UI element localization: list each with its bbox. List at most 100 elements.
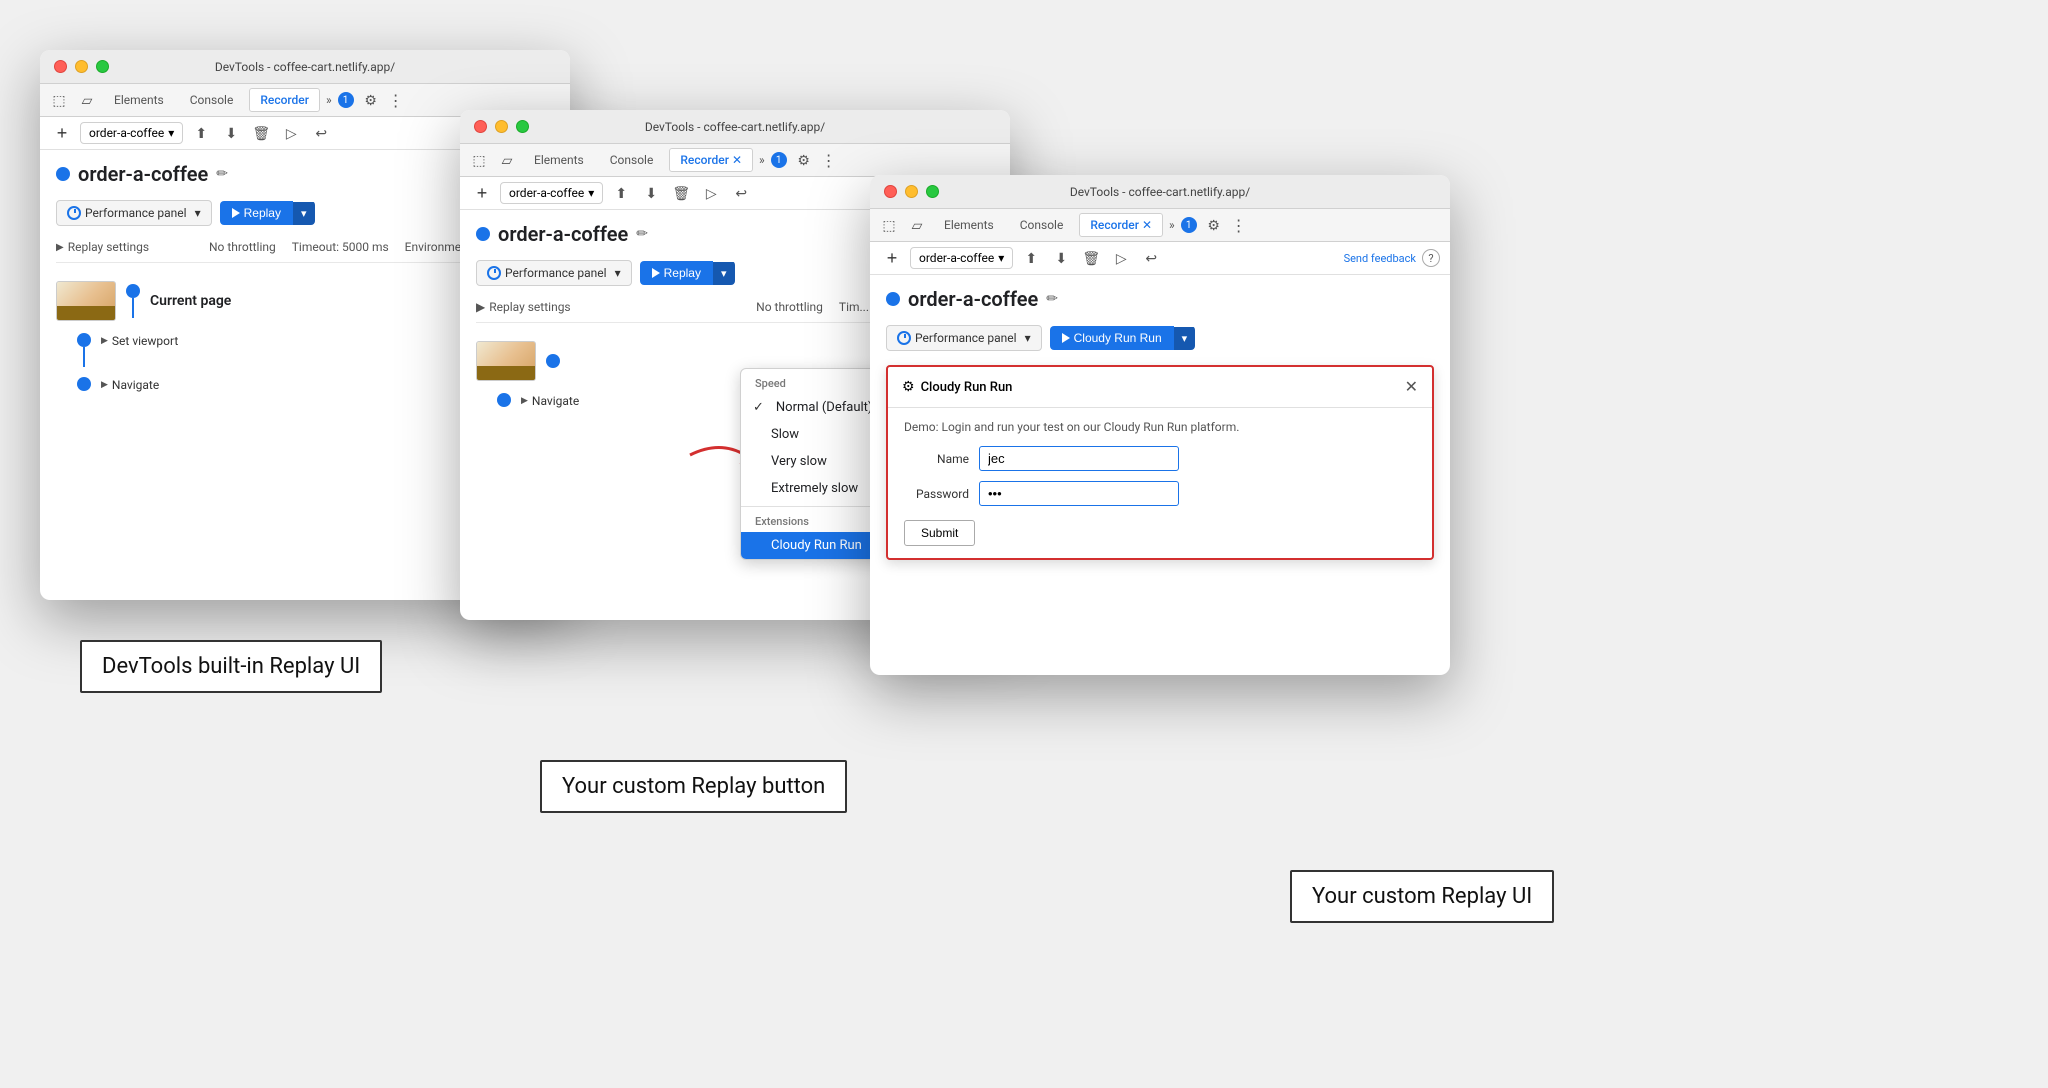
settings-btn-2[interactable]: ⚙ xyxy=(793,149,815,171)
replay-btn-2[interactable]: Replay ▾ xyxy=(640,261,735,285)
step-connector-2-1 xyxy=(83,347,85,367)
more-menu-3[interactable]: ⋮ xyxy=(1231,216,1247,235)
more-menu-2[interactable]: ⋮ xyxy=(821,151,837,170)
name-input[interactable] xyxy=(979,446,1179,471)
edit-icon-1[interactable]: ✏ xyxy=(216,166,228,182)
download-btn-1[interactable]: ⬇ xyxy=(219,121,243,145)
shelf-2 xyxy=(477,366,535,380)
download-btn-2[interactable]: ⬇ xyxy=(639,181,663,205)
cursor-tool-3[interactable]: ⬚ xyxy=(878,214,900,236)
minimize-button-3[interactable] xyxy=(905,185,918,198)
undo-btn-3[interactable]: ↩ xyxy=(1139,246,1163,270)
label-text-2: Your custom Replay button xyxy=(562,774,825,799)
undo-btn-2[interactable]: ↩ xyxy=(729,181,753,205)
cursor-tool-2[interactable]: ⬚ xyxy=(468,149,490,171)
delete-btn-3[interactable]: 🗑 xyxy=(1079,246,1103,270)
close-button-1[interactable] xyxy=(54,60,67,73)
replay-main-btn-1[interactable]: Replay xyxy=(220,201,293,225)
chat-badge-1: 1 xyxy=(338,92,354,108)
run-step-btn-1[interactable]: ▷ xyxy=(279,121,303,145)
recording-selector-1[interactable]: order-a-coffee ▾ xyxy=(80,122,183,144)
minimize-button-1[interactable] xyxy=(75,60,88,73)
perf-panel-btn-3[interactable]: Performance panel ▾ xyxy=(886,325,1042,351)
step-dot-current-2 xyxy=(546,354,560,368)
device-tool-1[interactable]: ▱ xyxy=(76,89,98,111)
name-label: Name xyxy=(904,452,969,466)
perf-panel-btn-2[interactable]: Performance panel ▾ xyxy=(476,260,632,286)
recorder-toolbar-3: + order-a-coffee ▾ ⬆ ⬇ 🗑 ▷ ↩ Send feedba… xyxy=(870,242,1450,275)
run-step-btn-2[interactable]: ▷ xyxy=(699,181,723,205)
add-btn-2[interactable]: + xyxy=(470,181,494,205)
tab-recorder-2[interactable]: Recorder ✕ xyxy=(669,148,753,172)
panel-close-btn[interactable]: ✕ xyxy=(1405,377,1418,397)
send-feedback-3[interactable]: Send feedback xyxy=(1344,252,1416,265)
settings-label-2[interactable]: Replay settings xyxy=(489,300,570,314)
replay-btn-1[interactable]: Replay ▾ xyxy=(220,201,315,225)
export-btn-2[interactable]: ⬆ xyxy=(609,181,633,205)
replay-main-btn-2[interactable]: Replay xyxy=(640,261,713,285)
close-button-2[interactable] xyxy=(474,120,487,133)
export-btn-3[interactable]: ⬆ xyxy=(1019,246,1043,270)
tab-console-1[interactable]: Console xyxy=(180,89,244,111)
replay-label-2: Replay xyxy=(664,266,701,280)
cloudy-main-btn-3[interactable]: Cloudy Run Run xyxy=(1050,326,1174,350)
add-btn-3[interactable]: + xyxy=(880,246,904,270)
recording-selector-3[interactable]: order-a-coffee ▾ xyxy=(910,247,1013,269)
tab-console-2[interactable]: Console xyxy=(600,149,664,171)
tab-elements-1[interactable]: Elements xyxy=(104,89,174,111)
more-menu-1[interactable]: ⋮ xyxy=(388,91,404,110)
add-btn-1[interactable]: + xyxy=(50,121,74,145)
cursor-tool-1[interactable]: ⬚ xyxy=(48,89,70,111)
undo-btn-1[interactable]: ↩ xyxy=(309,121,333,145)
panel-body: Demo: Login and run your test on our Clo… xyxy=(888,408,1432,558)
more-tabs-2[interactable]: » xyxy=(759,153,765,167)
maximize-button-3[interactable] xyxy=(926,185,939,198)
device-tool-2[interactable]: ▱ xyxy=(496,149,518,171)
settings-label-1[interactable]: Replay settings xyxy=(68,240,149,254)
export-btn-1[interactable]: ⬆ xyxy=(189,121,213,145)
run-step-btn-3[interactable]: ▷ xyxy=(1109,246,1133,270)
more-tabs-3[interactable]: » xyxy=(1169,218,1175,232)
window-title-1: DevTools - coffee-cart.netlify.app/ xyxy=(215,60,395,74)
maximize-button-2[interactable] xyxy=(516,120,529,133)
replay-dropdown-btn-2[interactable]: ▾ xyxy=(713,262,735,285)
recording-name-1: order-a-coffee xyxy=(78,162,208,186)
titlebar-1: DevTools - coffee-cart.netlify.app/ xyxy=(40,50,570,84)
chevron-down-icon-perf-2: ▾ xyxy=(615,266,621,280)
titlebar-3: DevTools - coffee-cart.netlify.app/ xyxy=(870,175,1450,209)
cloudy-dropdown-btn-3[interactable]: ▾ xyxy=(1174,327,1196,350)
tab-elements-2[interactable]: Elements xyxy=(524,149,594,171)
maximize-button-1[interactable] xyxy=(96,60,109,73)
more-tabs-1[interactable]: » xyxy=(326,93,332,107)
window-title-2: DevTools - coffee-cart.netlify.app/ xyxy=(645,120,825,134)
recording-dot-1 xyxy=(56,167,70,181)
perf-panel-btn-1[interactable]: Performance panel ▾ xyxy=(56,200,212,226)
thumbnail-1 xyxy=(56,281,116,321)
settings-btn-1[interactable]: ⚙ xyxy=(360,89,382,111)
delete-btn-1[interactable]: 🗑 xyxy=(249,121,273,145)
recording-selector-name-2: order-a-coffee xyxy=(509,186,584,200)
perf-icon-1 xyxy=(67,206,81,220)
delete-btn-2[interactable]: 🗑 xyxy=(669,181,693,205)
edit-icon-2[interactable]: ✏ xyxy=(636,226,648,242)
edit-icon-3[interactable]: ✏ xyxy=(1046,291,1058,307)
password-input[interactable] xyxy=(979,481,1179,506)
replay-triangle-icon-1 xyxy=(232,208,240,218)
recording-selector-2[interactable]: order-a-coffee ▾ xyxy=(500,182,603,204)
minimize-button-2[interactable] xyxy=(495,120,508,133)
cloudy-btn-3[interactable]: Cloudy Run Run ▾ xyxy=(1050,326,1196,350)
step-dot-2-1 xyxy=(77,333,91,347)
tab-recorder-1[interactable]: Recorder xyxy=(249,88,320,112)
help-icon-3[interactable]: ? xyxy=(1422,249,1440,267)
tab-console-3[interactable]: Console xyxy=(1010,214,1074,236)
settings-btn-3[interactable]: ⚙ xyxy=(1203,214,1225,236)
tab-recorder-3[interactable]: Recorder ✕ xyxy=(1079,213,1163,237)
submit-button[interactable]: Submit xyxy=(904,520,975,546)
device-tool-3[interactable]: ▱ xyxy=(906,214,928,236)
replay-dropdown-btn-1[interactable]: ▾ xyxy=(293,202,315,225)
perf-icon-3 xyxy=(897,331,911,345)
download-btn-3[interactable]: ⬇ xyxy=(1049,246,1073,270)
cloudy-triangle-icon-3 xyxy=(1062,333,1070,343)
close-button-3[interactable] xyxy=(884,185,897,198)
tab-elements-3[interactable]: Elements xyxy=(934,214,1004,236)
